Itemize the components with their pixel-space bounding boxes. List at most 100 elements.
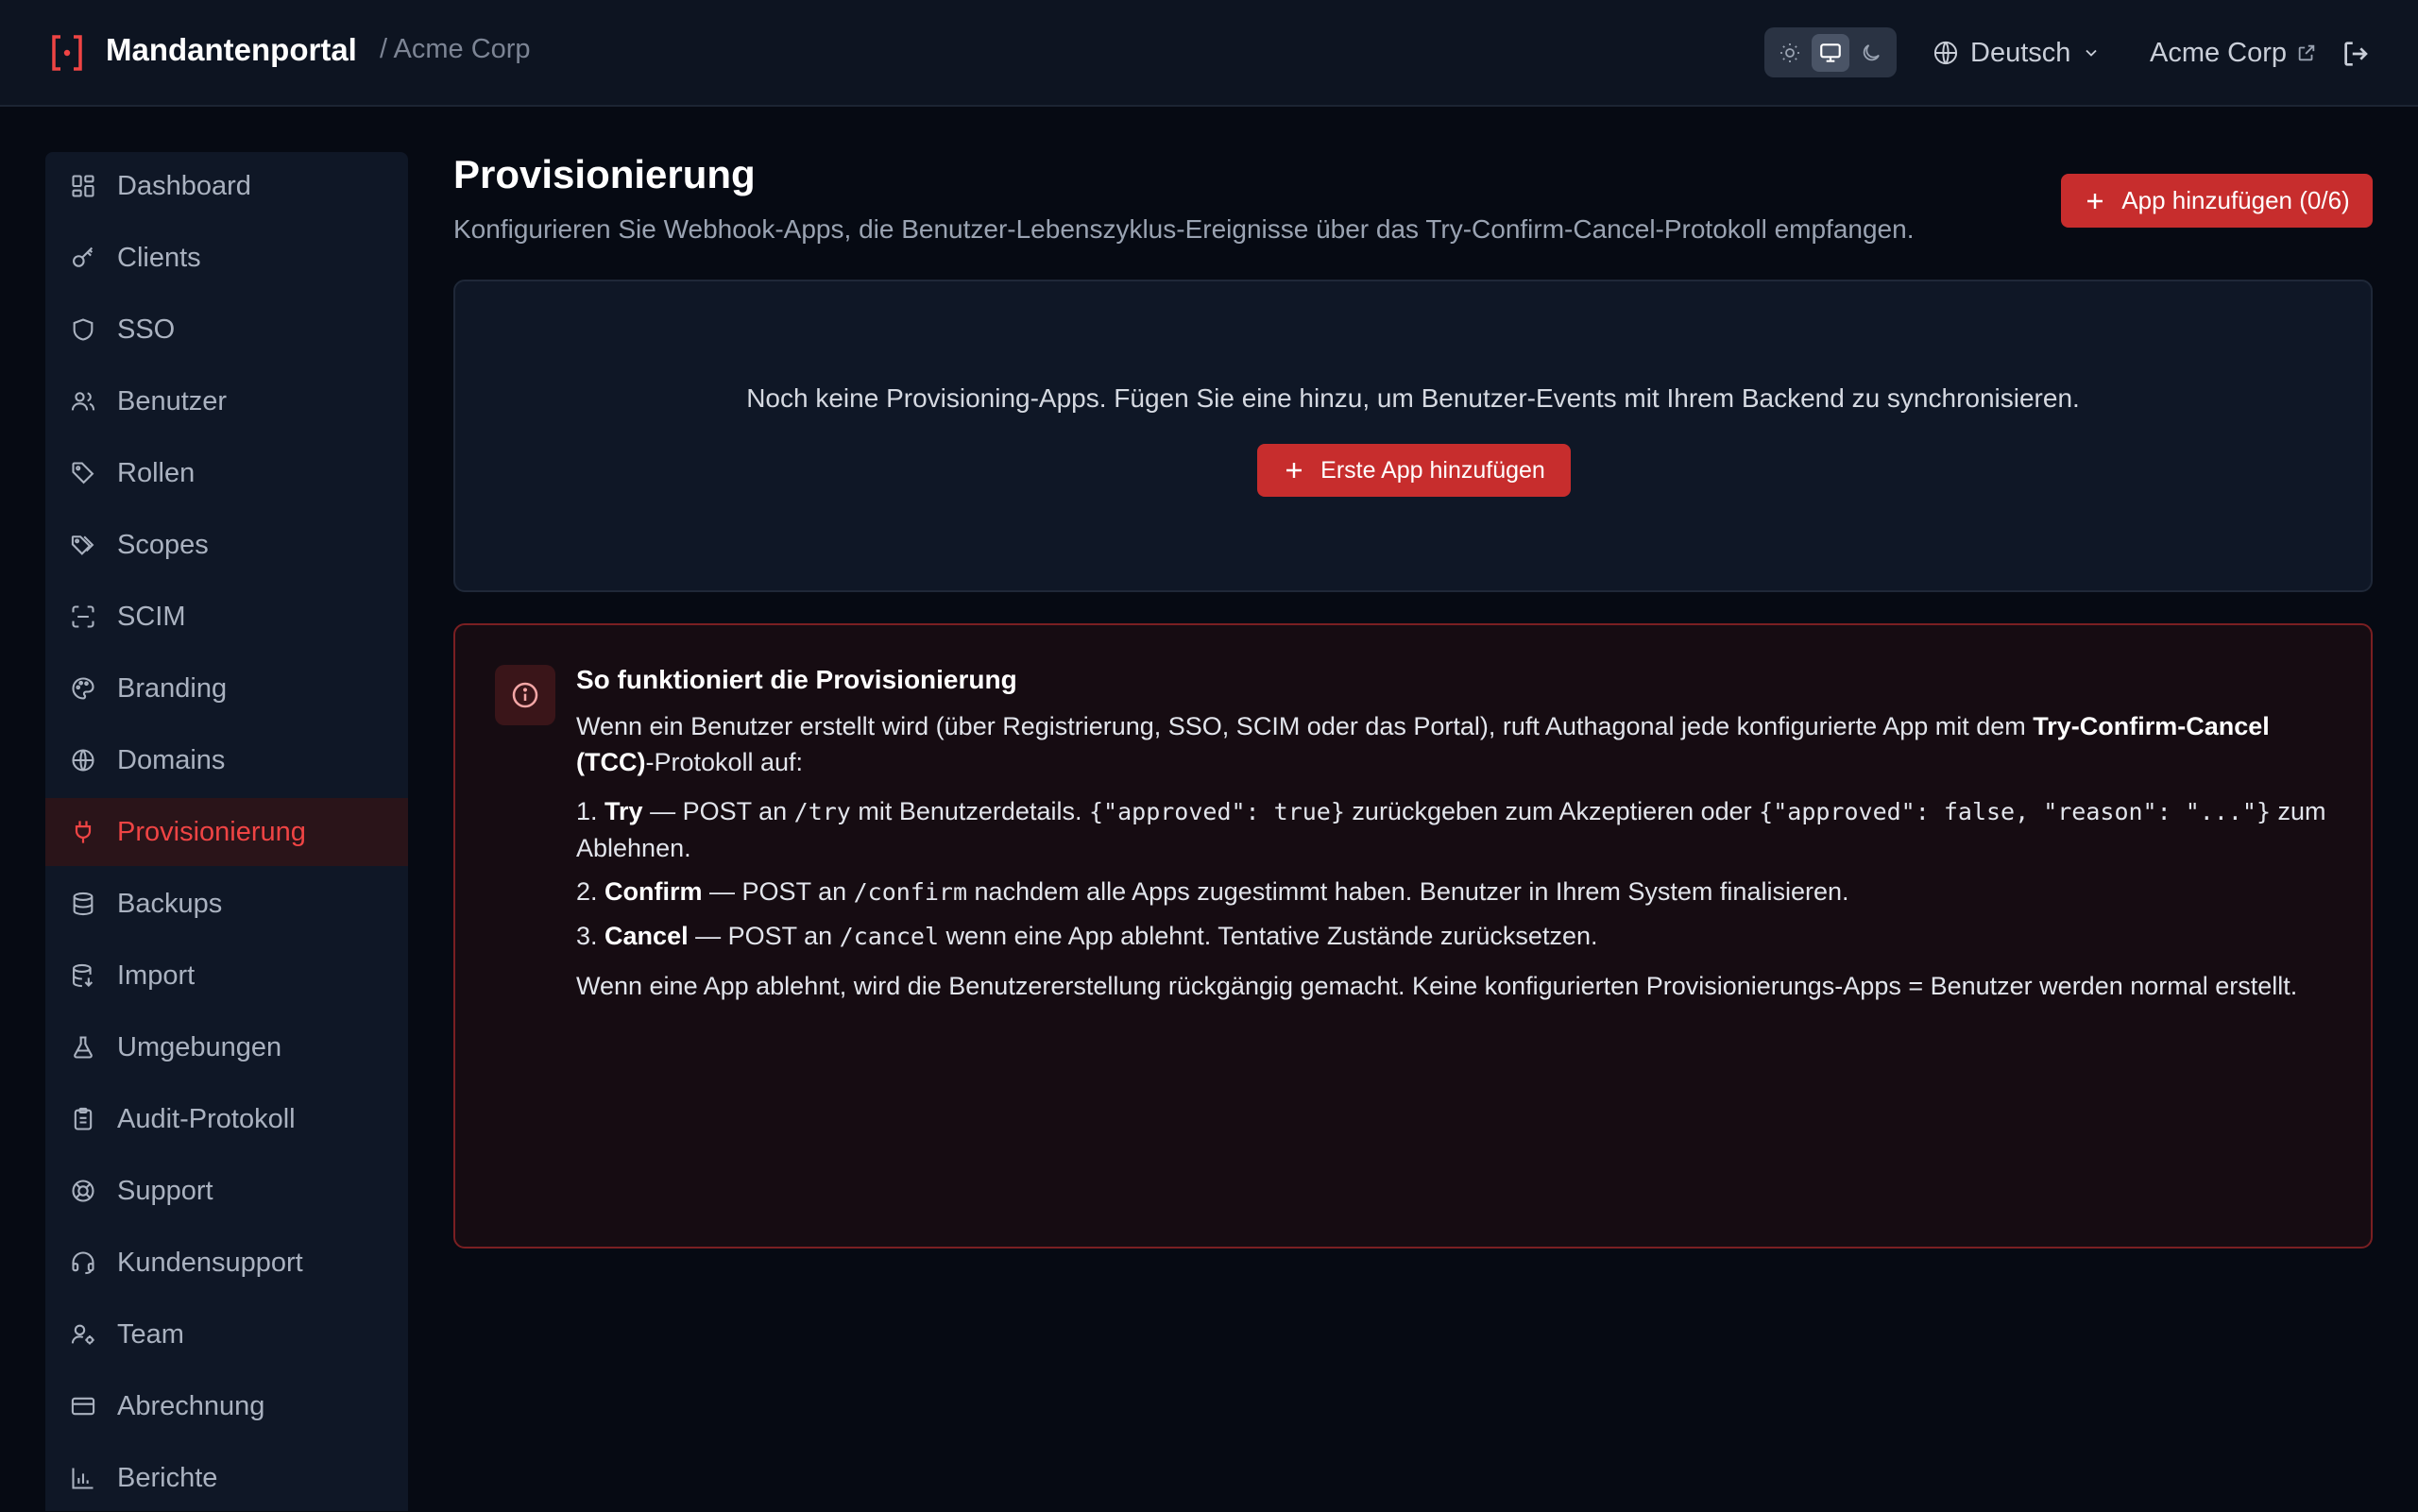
step-number: 2.	[576, 877, 598, 906]
sidebar-item-label: Team	[117, 1318, 184, 1350]
step-number: 3.	[576, 922, 598, 950]
steps-list: 1. Try — POST an /try mit Benutzerdetail…	[576, 793, 2342, 955]
step-text: — POST an	[642, 797, 794, 825]
app-name[interactable]: Mandantenportal	[106, 32, 357, 68]
database-icon	[68, 889, 98, 919]
step-path: /try	[793, 798, 851, 825]
dark-theme-button[interactable]	[1852, 34, 1890, 72]
sidebar-item-label: Audit-Protokoll	[117, 1103, 296, 1134]
globe-icon	[68, 745, 98, 775]
add-first-app-button[interactable]: Erste App hinzufügen	[1257, 444, 1571, 497]
step-confirm: 2. Confirm — POST an /confirm nachdem al…	[576, 874, 2342, 910]
sidebar-item-label: Backups	[117, 888, 223, 919]
sidebar-item-sso[interactable]: SSO	[45, 296, 408, 364]
plus-icon	[2087, 193, 2103, 209]
light-theme-button[interactable]	[1771, 34, 1809, 72]
sidebar-item-label: Abrechnung	[117, 1390, 265, 1421]
sidebar-item-dashboard[interactable]: Dashboard	[45, 152, 408, 220]
shield-icon	[68, 314, 98, 345]
step-text: wenn eine App ablehnt. Tentative Zuständ…	[939, 922, 1598, 950]
sidebar-item-abrechnung[interactable]: Abrechnung	[45, 1372, 408, 1440]
sidebar-item-domains[interactable]: Domains	[45, 726, 408, 794]
sidebar-item-provisionierung[interactable]: Provisionierung	[45, 798, 408, 866]
sidebar-item-benutzer[interactable]: Benutzer	[45, 367, 408, 435]
language-label: Deutsch	[1970, 37, 2071, 68]
add-app-button-label: App hinzufügen (0/6)	[2121, 186, 2350, 214]
sidebar-item-audit-protokoll[interactable]: Audit-Protokoll	[45, 1085, 408, 1153]
add-app-button[interactable]: App hinzufügen (0/6)	[2061, 174, 2373, 228]
users-icon	[68, 386, 98, 416]
sidebar-item-rollen[interactable]: Rollen	[45, 439, 408, 507]
step-number: 1.	[576, 797, 598, 825]
info-body: So funktioniert die Provisionierung Wenn…	[576, 663, 2342, 1017]
logout-icon[interactable]	[2341, 38, 2373, 70]
sidebar-item-support[interactable]: Support	[45, 1157, 408, 1225]
sidebar-item-label: SCIM	[117, 601, 186, 632]
tenant-breadcrumb: / Acme Corp	[380, 34, 531, 64]
sidebar-item-label: Import	[117, 960, 196, 991]
step-cancel: 3. Cancel — POST an /cancel wenn eine Ap…	[576, 918, 2342, 955]
sidebar-item-label: Clients	[117, 242, 201, 273]
sidebar-item-label: Berichte	[117, 1462, 218, 1493]
step-name: Confirm	[604, 877, 703, 906]
tag-icon	[68, 458, 98, 488]
sidebar-item-label: Domains	[117, 744, 226, 775]
step-code: {"approved": false, "reason": "..."}	[1759, 798, 2272, 825]
sidebar-item-backups[interactable]: Backups	[45, 870, 408, 938]
step-name: Try	[604, 797, 643, 825]
step-path: /confirm	[853, 878, 968, 906]
empty-state-text: Noch keine Provisioning-Apps. Fügen Sie …	[746, 383, 2080, 413]
sidebar-item-label: Umgebungen	[117, 1031, 282, 1062]
language-selector[interactable]: Deutsch	[1933, 32, 2101, 74]
key-icon	[68, 243, 98, 273]
step-text: mit Benutzerdetails.	[850, 797, 1089, 825]
step-name: Cancel	[604, 922, 689, 950]
sidebar-item-import[interactable]: Import	[45, 942, 408, 1010]
palette-icon	[68, 673, 98, 704]
sidebar-item-label: Benutzer	[117, 385, 228, 416]
sidebar-item-scim[interactable]: SCIM	[45, 583, 408, 651]
info-icon	[512, 682, 538, 708]
step-try: 1. Try — POST an /try mit Benutzerdetail…	[576, 793, 2342, 866]
tags-icon	[68, 530, 98, 560]
bar-chart-icon	[68, 1463, 98, 1493]
step-text: zurückgeben zum Akzeptieren oder	[1344, 797, 1760, 825]
headset-icon	[68, 1248, 98, 1278]
tenant-external-link[interactable]: Acme Corp	[2150, 32, 2317, 74]
info-title: So funktioniert die Provisionierung	[576, 665, 1017, 694]
credit-card-icon	[68, 1391, 98, 1421]
sidebar-item-label: Dashboard	[117, 170, 251, 201]
database-import-icon	[68, 960, 98, 991]
sun-icon	[1780, 42, 1800, 62]
sidebar-item-umgebungen[interactable]: Umgebungen	[45, 1013, 408, 1081]
sidebar-item-team[interactable]: Team	[45, 1300, 408, 1368]
info-card: So funktioniert die Provisionierung Wenn…	[453, 623, 2373, 1249]
page-title: Provisionierung	[453, 152, 756, 196]
system-theme-button[interactable]	[1811, 33, 1849, 72]
plus-icon	[1286, 463, 1303, 478]
lifebuoy-icon	[68, 1176, 98, 1206]
sidebar-item-label: Rollen	[117, 457, 196, 488]
step-text: — POST an	[688, 922, 840, 950]
sidebar-item-label: Provisionierung	[117, 816, 306, 847]
theme-switcher	[1764, 27, 1897, 77]
info-intro: Wenn ein Benutzer erstellt wird (über Re…	[576, 708, 2342, 780]
globe-icon	[1933, 41, 1958, 65]
info-icon-container	[495, 665, 555, 725]
page-subtitle: Konfigurieren Sie Webhook-Apps, die Benu…	[453, 214, 1915, 244]
sidebar-item-label: SSO	[117, 314, 176, 345]
user-cog-icon	[68, 1319, 98, 1350]
sidebar-item-label: Kundensupport	[117, 1247, 303, 1278]
info-intro-text: Wenn ein Benutzer erstellt wird (über Re…	[576, 712, 2034, 740]
sidebar-item-berichte[interactable]: Berichte	[45, 1444, 408, 1512]
sidebar-item-kundensupport[interactable]: Kundensupport	[45, 1229, 408, 1297]
sidebar-item-label: Scopes	[117, 529, 209, 560]
logo-icon	[52, 35, 82, 71]
step-code: {"approved": true}	[1088, 798, 1345, 825]
sidebar-item-clients[interactable]: Clients	[45, 224, 408, 292]
step-text: — POST an	[702, 877, 854, 906]
info-outro: Wenn eine App ablehnt, wird die Benutzer…	[576, 972, 2298, 1000]
sidebar-item-branding[interactable]: Branding	[45, 654, 408, 722]
add-first-app-label: Erste App hinzufügen	[1320, 456, 1545, 484]
sidebar-item-scopes[interactable]: Scopes	[45, 511, 408, 579]
